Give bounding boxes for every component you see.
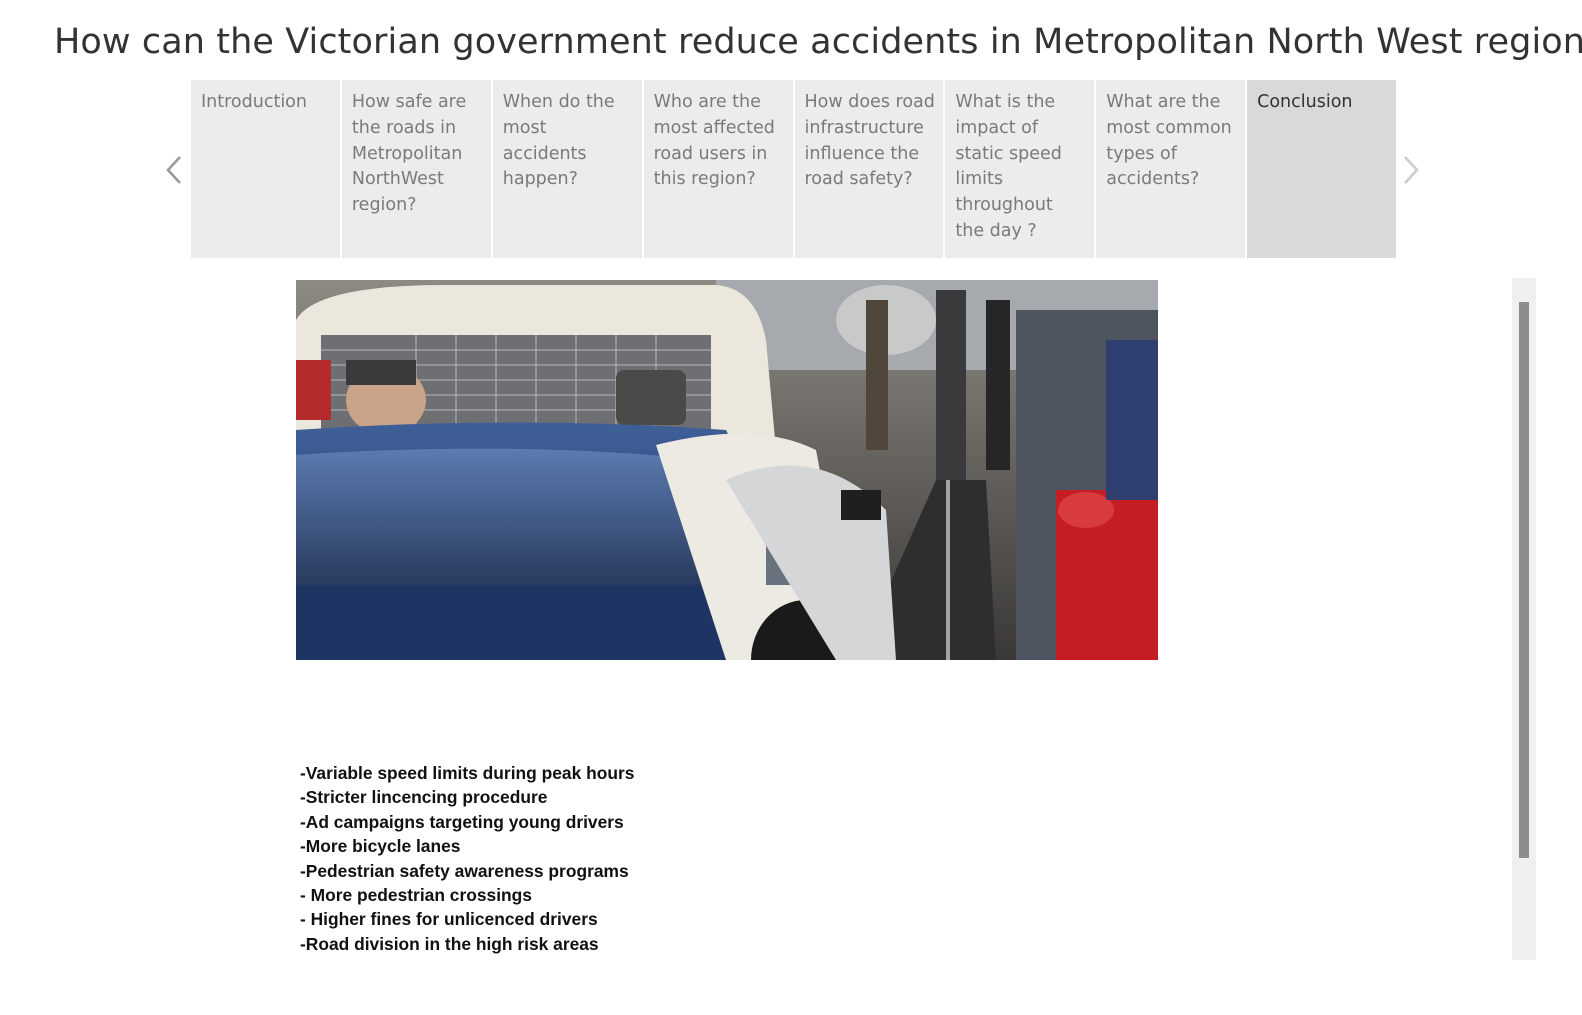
story-point-label: How does road infrastructure influence t… (804, 92, 935, 190)
list-item: - Higher fines for unlicenced drivers (300, 909, 598, 930)
story-point-navigator: Introduction How safe are the roads in M… (191, 80, 1396, 258)
scrollbar-thumb[interactable] (1519, 302, 1529, 858)
list-item: -Road division in the high risk areas (300, 933, 599, 954)
story-point-accident-types[interactable]: What are the most common types of accide… (1096, 80, 1246, 258)
story-point-label: What are the most common types of accide… (1106, 92, 1232, 190)
story-title: How can the Victorian government reduce … (54, 22, 1582, 62)
story-point-label: Introduction (201, 92, 307, 112)
traffic-photo (296, 280, 1158, 660)
vertical-scrollbar[interactable] (1512, 278, 1536, 960)
story-point-road-users[interactable]: Who are the most affected road users in … (643, 80, 793, 258)
chevron-left-icon[interactable] (162, 150, 186, 190)
story-point-label: How safe are the roads in Metropolitan N… (351, 92, 467, 216)
recommendation-list: -Variable speed limits during peak hours… (300, 761, 634, 956)
story-point-speed-limits[interactable]: What is the impact of static speed limit… (945, 80, 1095, 258)
chevron-right-icon[interactable] (1399, 150, 1423, 190)
story-point-label: What is the impact of static speed limit… (955, 92, 1062, 241)
list-item: -Pedestrian safety awareness programs (300, 860, 629, 881)
story-point-introduction[interactable]: Introduction (191, 80, 340, 258)
story-point-label: When do the most accidents happen? (502, 92, 615, 190)
story-point-label: Who are the most affected road users in … (653, 92, 775, 190)
story-point-conclusion[interactable]: Conclusion (1247, 80, 1396, 258)
list-item: -Variable speed limits during peak hours (300, 763, 635, 783)
list-item: - More pedestrian crossings (300, 885, 532, 906)
story-point-label: Conclusion (1257, 92, 1353, 112)
story-point-accident-timing[interactable]: When do the most accidents happen? (492, 80, 642, 258)
list-item: -Stricter lincencing procedure (300, 787, 548, 808)
list-item: -More bicycle lanes (300, 836, 461, 857)
story-point-road-safety[interactable]: How safe are the roads in Metropolitan N… (341, 80, 491, 258)
story-point-infrastructure[interactable]: How does road infrastructure influence t… (794, 80, 944, 258)
list-item: -Ad campaigns targeting young drivers (300, 811, 624, 832)
